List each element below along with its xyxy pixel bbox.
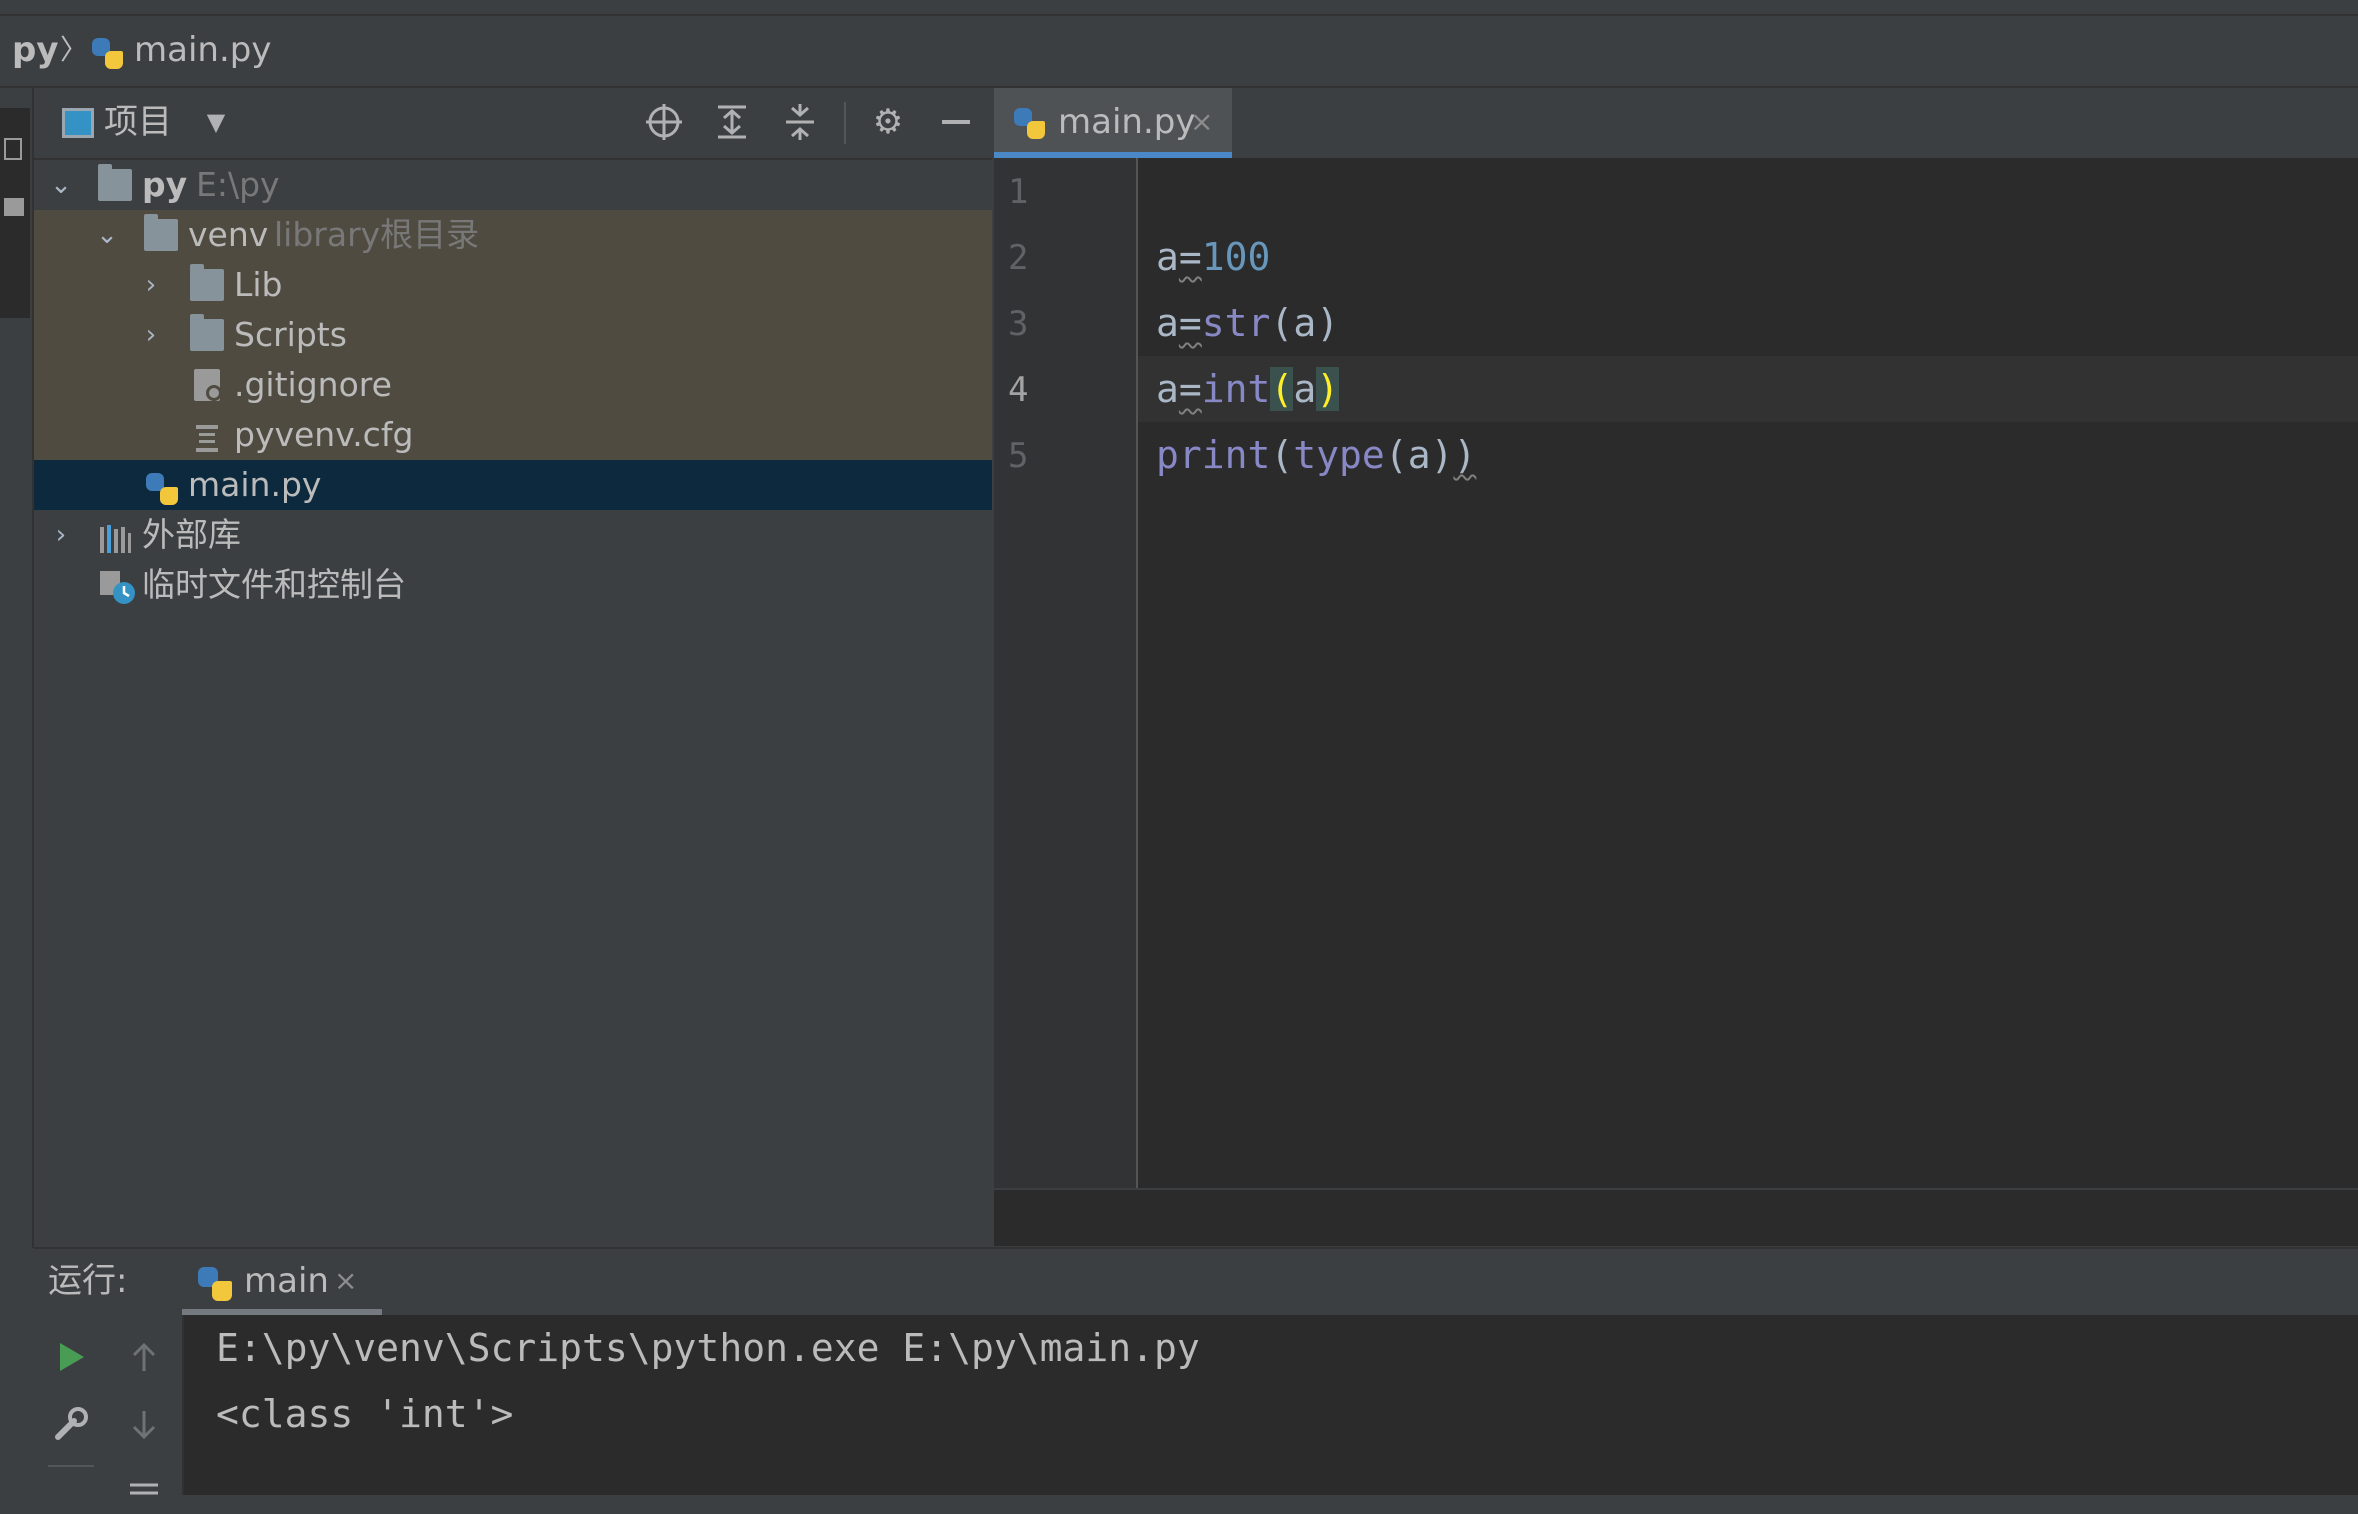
folder-icon: [144, 214, 178, 251]
chevron-down-icon[interactable]: ⌄: [92, 210, 122, 260]
code-line-4: a=int(a): [1156, 367, 1340, 411]
tree-label-gitignore: .gitignore: [234, 365, 392, 404]
tree-row-root[interactable]: ⌄ py E:\py: [34, 160, 992, 210]
code-line-3: a=str(a): [1156, 301, 1340, 345]
tree-label-scratches: 临时文件和控制台: [142, 565, 406, 604]
tab-main-py[interactable]: main.py ×: [994, 88, 1232, 158]
config-file-icon: [194, 419, 220, 452]
arrow-up-icon[interactable]: [124, 1337, 164, 1377]
tree-row-scratches[interactable]: 临时文件和控制台: [34, 560, 992, 610]
line-number-current: 4: [1008, 370, 1029, 410]
line-number: 5: [1008, 436, 1029, 476]
run-tab-main[interactable]: main ×: [182, 1249, 382, 1315]
tab-label: main.py: [1058, 102, 1196, 142]
minimize-icon[interactable]: [936, 102, 976, 142]
chevron-right-icon[interactable]: ›: [136, 310, 166, 360]
console-output[interactable]: E:\py\venv\Scripts\python.exe E:\py\main…: [184, 1315, 2358, 1495]
view-mode-icon[interactable]: [62, 108, 94, 138]
project-tree: ⌄ py E:\py ⌄ venv library根目录 › Lib › Scr…: [34, 160, 992, 1245]
folder-icon: [98, 164, 132, 201]
code-line-2: a=100: [1156, 235, 1271, 279]
tree-label-lib: Lib: [234, 265, 283, 304]
line-number-gutter: 1 2 3 4 5: [994, 158, 1138, 1188]
run-panel-header: 运行: main ×: [34, 1247, 2358, 1317]
gear-icon[interactable]: ⚙: [868, 102, 908, 142]
run-tab-label: main: [244, 1261, 329, 1301]
python-icon: [198, 1267, 234, 1307]
console-line: <class 'int'>: [216, 1392, 514, 1436]
tree-row-gitignore[interactable]: .gitignore: [34, 360, 992, 410]
tree-label-main: main.py: [188, 465, 322, 504]
folder-icon: [190, 314, 224, 351]
tree-row-venv[interactable]: ⌄ venv library根目录: [34, 210, 992, 260]
chevron-right-icon[interactable]: ›: [46, 510, 76, 560]
tree-label-root: py: [142, 165, 188, 204]
project-icon: [4, 138, 22, 160]
breadcrumb-separator: 〉: [60, 33, 89, 66]
line-number: 2: [1008, 238, 1029, 278]
editor-horizontal-scrollbar[interactable]: [994, 1188, 2358, 1246]
ignore-file-icon: [194, 369, 222, 401]
tree-hint-root: E:\py: [196, 165, 280, 204]
close-icon[interactable]: ×: [334, 1261, 357, 1301]
console-line: E:\py\venv\Scripts\python.exe E:\py\main…: [216, 1326, 1200, 1370]
title-bar-edge: [0, 0, 2358, 16]
tree-row-external-libraries[interactable]: › 外部库: [34, 510, 992, 560]
navigation-bar: py 〉 main.py: [0, 16, 2358, 88]
run-panel-label: 运行:: [48, 1261, 128, 1301]
breadcrumb-file[interactable]: main.py: [134, 30, 271, 70]
python-file-icon: [146, 469, 180, 505]
project-tool-window-tab[interactable]: [0, 108, 30, 318]
tree-row-lib[interactable]: › Lib: [34, 260, 992, 310]
project-panel-header: 项目 ▼ ⚙: [34, 88, 992, 160]
run-toolbar: [34, 1315, 184, 1495]
arrow-down-icon[interactable]: [124, 1405, 164, 1445]
expand-all-icon[interactable]: [712, 102, 752, 142]
python-file-icon: [92, 38, 124, 70]
tree-row-pyvenv[interactable]: pyvenv.cfg: [34, 410, 992, 460]
library-icon: [98, 519, 132, 553]
tree-hint-venv: library根目录: [274, 215, 480, 254]
soft-wrap-icon[interactable]: [124, 1465, 164, 1505]
tree-label-pyvenv: pyvenv.cfg: [234, 415, 414, 454]
tree-row-main[interactable]: main.py: [34, 460, 992, 510]
folder-icon: [190, 264, 224, 301]
toolbar-divider: [844, 102, 846, 144]
project-panel-title[interactable]: 项目: [104, 102, 172, 142]
wrench-icon[interactable]: [50, 1405, 90, 1445]
collapse-all-icon[interactable]: [780, 102, 820, 142]
rerun-play-icon[interactable]: [50, 1337, 90, 1377]
scratch-clock-icon: [98, 569, 135, 604]
breadcrumb-project[interactable]: py: [12, 30, 59, 70]
editor-tab-bar: main.py ×: [994, 88, 2358, 160]
folder-icon: [4, 198, 24, 216]
close-icon[interactable]: ×: [1190, 102, 1213, 142]
chevron-right-icon[interactable]: ›: [136, 260, 166, 310]
tree-row-scripts[interactable]: › Scripts: [34, 310, 992, 360]
code-line-5: print(type(a)): [1156, 433, 1477, 477]
locate-icon[interactable]: [644, 102, 684, 142]
chevron-down-icon[interactable]: ⌄: [46, 160, 76, 210]
left-tool-strip: [0, 88, 34, 1248]
tree-label-scripts: Scripts: [234, 315, 347, 354]
tree-label-external: 外部库: [142, 515, 241, 554]
dropdown-arrow-icon[interactable]: ▼: [196, 102, 236, 142]
line-number: 3: [1008, 304, 1029, 344]
toolbar-divider: [48, 1465, 94, 1467]
python-file-icon: [1014, 108, 1046, 144]
code-editor[interactable]: a=100 a=str(a) a=int(a) print(type(a)): [1138, 158, 2358, 1188]
tree-label-venv: venv: [188, 215, 269, 254]
line-number: 1: [1008, 172, 1029, 212]
